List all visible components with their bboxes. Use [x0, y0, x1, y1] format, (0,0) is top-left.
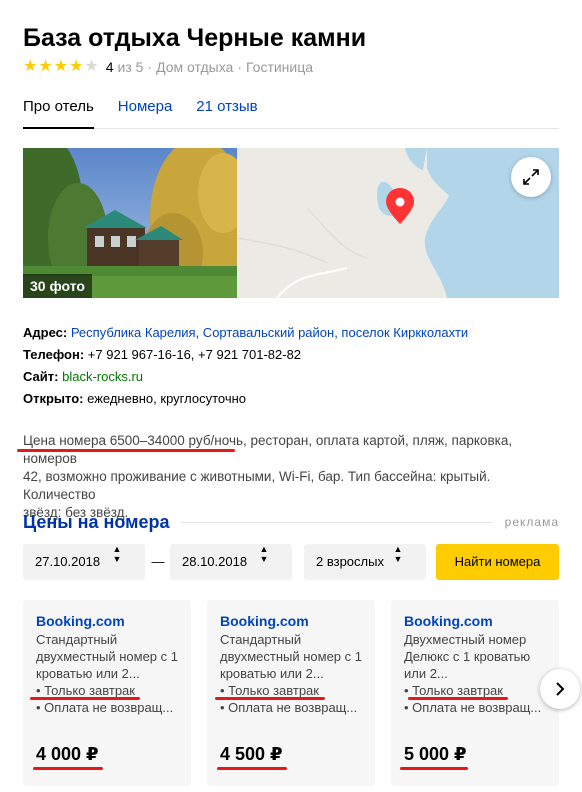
hours-label: Открыто:: [23, 391, 84, 406]
offer-card[interactable]: Booking.com Стандартный двухместный номе…: [207, 600, 375, 786]
phone-value: +7 921 967-16-16, +7 921 701-82-82: [87, 347, 302, 362]
site-row: Сайт: black-rocks.ru: [23, 368, 143, 385]
tab-about[interactable]: Про отель: [23, 98, 94, 129]
hours-row: Открыто: ежедневно, круглосуточно: [23, 390, 246, 407]
offer-price: 5 000 ₽: [404, 744, 467, 764]
photo-count-badge[interactable]: 30 фото: [23, 274, 92, 298]
checkout-date-value: 28.10.2018: [182, 554, 248, 569]
annotation-underline: [17, 449, 235, 452]
hotel-description: Цена номера 6500–34000 руб/ночь, рестора…: [23, 432, 553, 522]
guests-select[interactable]: 2 взрослых ▲▼: [304, 544, 426, 580]
address-label: Адрес:: [23, 325, 68, 340]
map-image: [237, 148, 559, 298]
offer-payment: • Оплата не возвращ...: [220, 700, 358, 715]
category-label: Гостиница: [246, 59, 314, 75]
offer-payment: • Оплата не возвращ...: [36, 700, 174, 715]
offer-room: Двухместный номер Делюкс с 1 кроватью ил…: [404, 632, 531, 681]
offer-room: Стандартный двухместный номер с 1 кроват…: [36, 632, 178, 681]
offer-source[interactable]: Booking.com: [220, 613, 367, 630]
guests-value: 2 взрослых: [316, 554, 384, 569]
address-row: Адрес: Республика Карелия, Сортавальский…: [23, 324, 468, 341]
select-arrows-icon: ▲▼: [112, 544, 122, 564]
find-rooms-button[interactable]: Найти номера: [436, 544, 559, 580]
offer-source[interactable]: Booking.com: [36, 613, 183, 630]
offer-price: 4 500 ₽: [220, 744, 283, 764]
offer-card[interactable]: Booking.com Двухместный номер Делюкс с 1…: [391, 600, 559, 786]
description-line: 42, возможно проживание с животными, Wi-…: [23, 469, 491, 502]
offer-price: 4 000 ₽: [36, 744, 99, 764]
annotation-underline: [30, 697, 140, 700]
separator: ·: [147, 59, 153, 75]
date-dash: —: [151, 554, 165, 569]
chevron-right-icon: [556, 682, 565, 696]
star-empty-icon: ★: [84, 58, 99, 75]
rating-suffix: из 5: [117, 59, 144, 75]
hotel-tabs: Про отель Номера 21 отзыв: [23, 98, 559, 129]
offer-source[interactable]: Booking.com: [404, 613, 551, 630]
phone-row: Телефон: +7 921 967-16-16, +7 921 701-82…: [23, 346, 301, 363]
prices-header: Цены на номера реклама: [23, 511, 559, 533]
star-icon: ★: [53, 58, 69, 75]
checkin-date-select[interactable]: 27.10.2018 ▲▼: [23, 544, 145, 580]
rating-stars: ★ ★ ★ ★ ★: [23, 59, 100, 75]
phone-label: Телефон:: [23, 347, 85, 362]
offer-room: Стандартный двухместный номер с 1 кроват…: [220, 632, 362, 681]
rating-value: 4: [105, 59, 114, 75]
annotation-underline: [215, 697, 325, 700]
tab-rooms[interactable]: Номера: [118, 98, 173, 129]
address-link[interactable]: Республика Карелия, Сортавальский район,…: [71, 325, 468, 340]
site-link[interactable]: black-rocks.ru: [62, 369, 143, 384]
annotation-underline: [408, 697, 508, 700]
offer-payment: • Оплата не возвращ...: [404, 700, 542, 715]
star-icon: ★: [69, 58, 84, 75]
annotation-underline: [217, 767, 287, 770]
select-arrows-icon: ▲▼: [259, 544, 269, 564]
next-offers-button[interactable]: [540, 669, 580, 709]
checkout-date-select[interactable]: 28.10.2018 ▲▼: [170, 544, 292, 580]
ad-label: реклама: [504, 515, 559, 529]
checkin-date-value: 27.10.2018: [35, 554, 101, 569]
star-icon: ★: [23, 58, 38, 75]
expand-icon: [523, 169, 539, 185]
tab-reviews[interactable]: 21 отзыв: [196, 98, 257, 129]
hours-value: ежедневно, круглосуточно: [87, 391, 247, 406]
annotation-underline: [400, 767, 468, 770]
hotel-title: База отдыха Черные камни: [23, 24, 367, 52]
annotation-underline: [33, 767, 103, 770]
prices-title: Цены на номера: [23, 511, 170, 532]
divider: [181, 521, 493, 523]
rating-row: ★ ★ ★ ★ ★ 4 из 5 · Дом отдыха · Гостиниц…: [23, 59, 314, 76]
select-arrows-icon: ▲▼: [393, 544, 403, 564]
offer-card[interactable]: Booking.com Стандартный двухместный номе…: [23, 600, 191, 786]
separator: ·: [237, 59, 243, 75]
category-label: Дом отдыха: [156, 59, 234, 75]
expand-map-button[interactable]: [511, 157, 551, 197]
star-icon: ★: [38, 58, 53, 75]
hotel-map[interactable]: [237, 148, 559, 298]
site-label: Сайт:: [23, 369, 59, 384]
